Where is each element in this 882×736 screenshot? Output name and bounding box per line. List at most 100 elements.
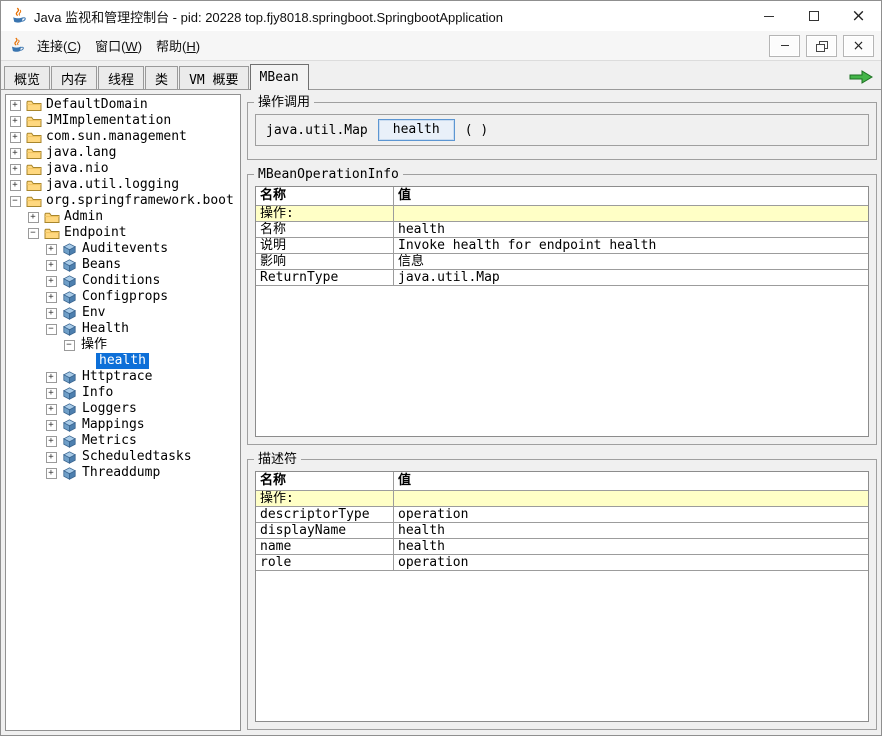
tree-node-label[interactable]: Configprops [79, 289, 171, 305]
frame-minimize-button[interactable] [769, 35, 800, 57]
expand-handle-icon[interactable]: + [46, 292, 57, 303]
tab-mbean[interactable]: MBean [250, 64, 309, 90]
mbean-icon [60, 371, 79, 384]
collapse-handle-icon[interactable]: − [10, 196, 21, 207]
tree-node[interactable]: − org.springframework.boot [6, 193, 240, 209]
tab-概览[interactable]: 概览 [4, 66, 50, 89]
expand-handle-icon[interactable]: + [10, 100, 21, 111]
expand-handle-icon[interactable]: + [46, 436, 57, 447]
tree-node-label[interactable]: java.util.logging [43, 177, 182, 193]
tree-node-label[interactable]: 操作 [78, 337, 110, 353]
data-row[interactable]: displayNamehealth [256, 523, 868, 539]
tree-node-label[interactable]: Httptrace [79, 369, 155, 385]
tree-node[interactable]: + Admin [6, 209, 240, 225]
expand-handle-icon[interactable]: + [46, 372, 57, 383]
tree-node-label[interactable]: java.lang [43, 145, 119, 161]
frame-close-button[interactable]: × [843, 35, 874, 57]
tree-node[interactable]: + Scheduledtasks [6, 449, 240, 465]
expand-handle-icon[interactable]: + [46, 468, 57, 479]
expand-handle-icon[interactable]: + [10, 148, 21, 159]
tree-node[interactable]: health [6, 353, 240, 369]
mbean-tree-panel[interactable]: + DefaultDomain + JMImplementation + com.sun.… [5, 94, 241, 731]
expand-handle-icon[interactable]: + [46, 308, 57, 319]
frame-restore-button[interactable] [806, 35, 837, 57]
expand-handle-icon[interactable]: + [10, 164, 21, 175]
expand-handle-icon[interactable]: + [46, 276, 57, 287]
tree-node[interactable]: + Threaddump [6, 465, 240, 481]
data-row[interactable]: 说明Invoke health for endpoint health [256, 238, 868, 254]
minimize-icon [781, 45, 789, 46]
tree-node[interactable]: + JMImplementation [6, 113, 240, 129]
data-row[interactable]: ReturnTypejava.util.Map [256, 270, 868, 286]
tree-node-label[interactable]: com.sun.management [43, 129, 190, 145]
tree-node[interactable]: + DefaultDomain [6, 97, 240, 113]
tree-node[interactable]: −操作 [6, 337, 240, 353]
tree-node-label[interactable]: Metrics [79, 433, 140, 449]
expand-handle-icon[interactable]: + [46, 260, 57, 271]
tree-node-label[interactable]: JMImplementation [43, 113, 174, 129]
close-button[interactable]: × [836, 1, 881, 31]
expand-handle-icon[interactable]: + [28, 212, 39, 223]
tree-node-label[interactable]: Mappings [79, 417, 148, 433]
expand-handle-icon[interactable]: + [46, 244, 57, 255]
expand-handle-icon[interactable]: + [46, 452, 57, 463]
tree-node-label[interactable]: Health [79, 321, 132, 337]
data-row[interactable]: 名称health [256, 222, 868, 238]
invoke-health-button[interactable]: health [378, 119, 455, 141]
tree-node[interactable]: + java.lang [6, 145, 240, 161]
expand-handle-icon[interactable]: + [10, 116, 21, 127]
tab-线程[interactable]: 线程 [98, 66, 144, 89]
data-row[interactable]: 影响信息 [256, 254, 868, 270]
tree-node[interactable]: + Info [6, 385, 240, 401]
data-row[interactable]: descriptorTypeoperation [256, 507, 868, 523]
tree-node-label[interactable]: Threaddump [79, 465, 163, 481]
tree-node-label[interactable]: Scheduledtasks [79, 449, 195, 465]
collapse-handle-icon[interactable]: − [64, 340, 75, 351]
tree-node[interactable]: + Env [6, 305, 240, 321]
tree-node-label[interactable]: Admin [61, 209, 106, 225]
collapse-handle-icon[interactable]: − [28, 228, 39, 239]
tree-node-label[interactable]: Beans [79, 257, 124, 273]
tab-类[interactable]: 类 [145, 66, 178, 89]
tree-node[interactable]: + Mappings [6, 417, 240, 433]
data-row[interactable]: namehealth [256, 539, 868, 555]
menu-h[interactable]: 帮助(H) [149, 32, 207, 59]
tree-node[interactable]: + Configprops [6, 289, 240, 305]
expand-handle-icon[interactable]: + [46, 388, 57, 399]
tab-内存[interactable]: 内存 [51, 66, 97, 89]
tree-node[interactable]: + Loggers [6, 401, 240, 417]
tree-node-label[interactable]: Env [79, 305, 108, 321]
tree-node[interactable]: + java.nio [6, 161, 240, 177]
tree-node-label[interactable]: Endpoint [61, 225, 130, 241]
group-row[interactable]: 操作: [256, 491, 868, 507]
tree-node[interactable]: − Endpoint [6, 225, 240, 241]
expand-handle-icon[interactable]: + [10, 132, 21, 143]
tree-node[interactable]: − Health [6, 321, 240, 337]
tree-node-label[interactable]: DefaultDomain [43, 97, 151, 113]
tree-node-label[interactable]: Loggers [79, 401, 140, 417]
menu-w[interactable]: 窗口(W) [88, 32, 149, 59]
tree-node[interactable]: + java.util.logging [6, 177, 240, 193]
tree-node[interactable]: + Auditevents [6, 241, 240, 257]
group-row[interactable]: 操作: [256, 206, 868, 222]
tree-node-label[interactable]: org.springframework.boot [43, 193, 237, 209]
tree-node[interactable]: + Beans [6, 257, 240, 273]
menu-c[interactable]: 连接(C) [30, 32, 88, 59]
minimize-button[interactable] [746, 1, 791, 31]
tree-node[interactable]: + Metrics [6, 433, 240, 449]
data-row[interactable]: roleoperation [256, 555, 868, 571]
tree-node[interactable]: + com.sun.management [6, 129, 240, 145]
tab-vm-概要[interactable]: VM 概要 [179, 66, 248, 89]
collapse-handle-icon[interactable]: − [46, 324, 57, 335]
expand-handle-icon[interactable]: + [10, 180, 21, 191]
expand-handle-icon[interactable]: + [46, 404, 57, 415]
tree-node-label[interactable]: Info [79, 385, 116, 401]
tree-node[interactable]: + Httptrace [6, 369, 240, 385]
expand-handle-icon[interactable]: + [46, 420, 57, 431]
tree-node-label[interactable]: health [96, 353, 149, 369]
tree-node-label[interactable]: Auditevents [79, 241, 171, 257]
tree-node-label[interactable]: Conditions [79, 273, 163, 289]
tree-node[interactable]: + Conditions [6, 273, 240, 289]
tree-node-label[interactable]: java.nio [43, 161, 112, 177]
maximize-button[interactable] [791, 1, 836, 31]
